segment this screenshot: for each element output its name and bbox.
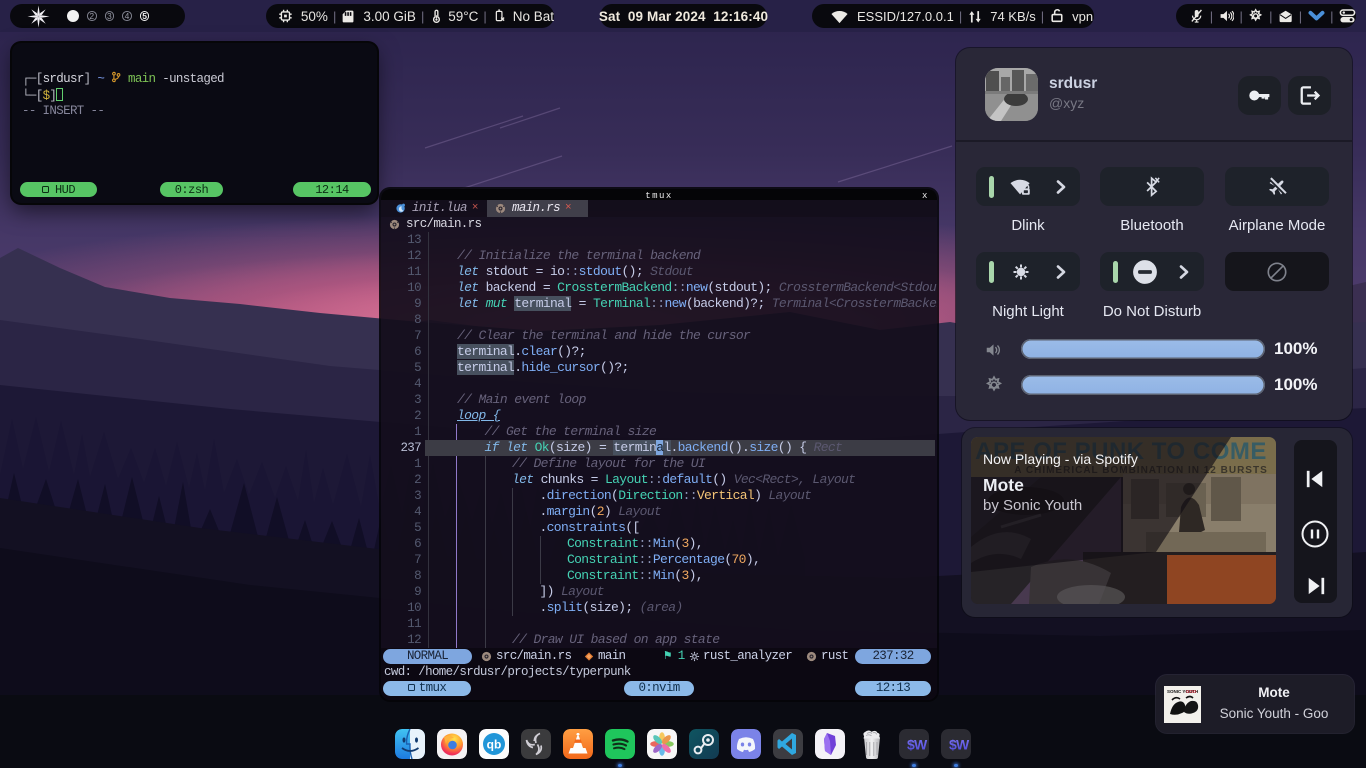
svg-text:tmux: tmux: [645, 191, 673, 200]
svg-text:GOO: GOO: [1186, 689, 1197, 694]
svg-text:W: W: [956, 737, 970, 753]
svg-text:qb: qb: [487, 738, 502, 752]
svg-text:x: x: [922, 191, 927, 200]
svg-text:W: W: [914, 737, 928, 753]
